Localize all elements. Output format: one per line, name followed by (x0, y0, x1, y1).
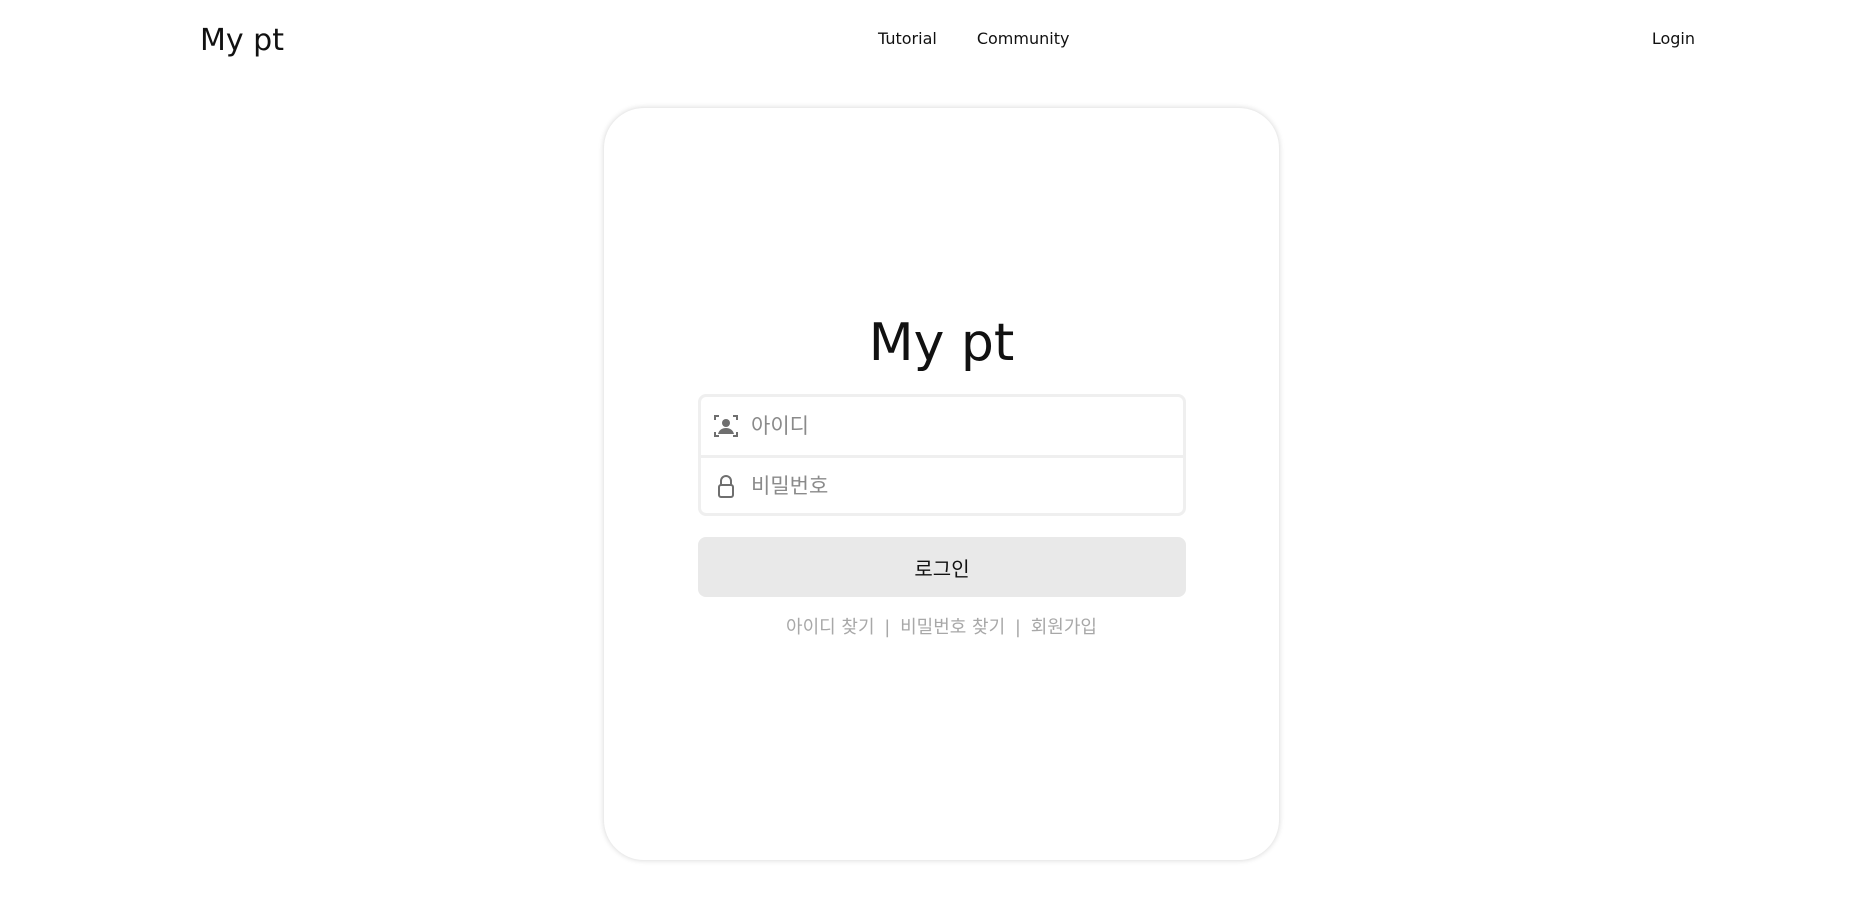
login-submit-button[interactable]: 로그인 (698, 537, 1186, 597)
nav-tutorial-link[interactable]: Tutorial (878, 28, 937, 50)
header-login-link[interactable]: Login (1652, 28, 1695, 50)
login-title: My pt (868, 313, 1015, 373)
credentials-group (698, 394, 1186, 516)
top-navigation: My pt Tutorial Community Login (0, 0, 1873, 80)
sign-up-link[interactable]: 회원가입 (1031, 617, 1097, 638)
find-id-link[interactable]: 아이디 찾기 (786, 617, 875, 638)
nav-community-link[interactable]: Community (977, 28, 1070, 50)
lock-icon (713, 473, 739, 499)
password-field-row (701, 455, 1183, 513)
password-input[interactable] (749, 472, 1173, 499)
id-input[interactable] (749, 413, 1173, 439)
main-nav: Tutorial Community (878, 28, 1069, 50)
user-id-icon (713, 413, 739, 439)
find-password-link[interactable]: 비밀번호 찾기 (900, 617, 1005, 638)
login-card: My pt 로그인 아이디 찾기 | 비밀 (604, 108, 1279, 860)
brand-logo-link[interactable]: My pt (200, 21, 284, 61)
account-help-links: 아이디 찾기 | 비밀번호 찾기 | 회원가입 (604, 613, 1279, 639)
link-separator: | (1014, 617, 1021, 638)
id-field-row (701, 397, 1183, 455)
link-separator: | (884, 617, 891, 638)
